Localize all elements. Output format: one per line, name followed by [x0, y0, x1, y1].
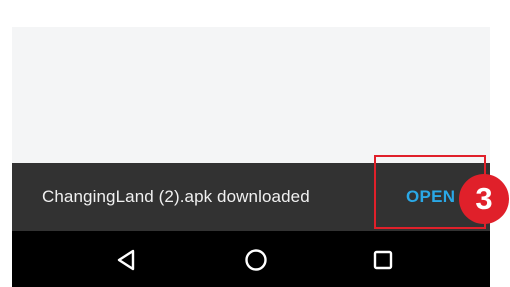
open-button[interactable]: OPEN	[406, 187, 455, 207]
step-number-badge: 3	[459, 174, 509, 224]
recents-icon	[373, 250, 393, 270]
home-icon	[245, 249, 267, 271]
home-button[interactable]	[241, 245, 271, 275]
back-button[interactable]	[111, 245, 141, 275]
navigation-bar	[12, 231, 490, 287]
recents-button[interactable]	[368, 245, 398, 275]
snackbar-message: ChangingLand (2).apk downloaded	[42, 187, 310, 206]
back-icon	[117, 249, 135, 271]
